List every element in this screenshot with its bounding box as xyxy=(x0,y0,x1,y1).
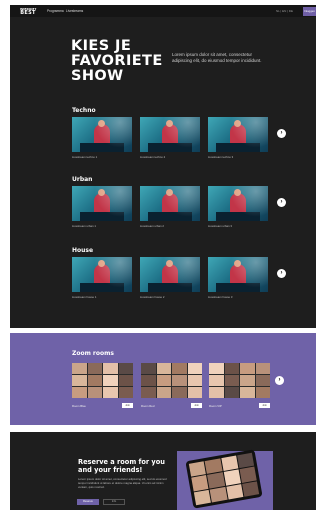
join-button[interactable]: Join xyxy=(191,403,202,408)
livestream-thumbnail[interactable] xyxy=(72,186,132,221)
participant-tile xyxy=(118,375,133,386)
reserve-button[interactable]: Reserve xyxy=(77,499,99,505)
participant-tile xyxy=(187,375,202,386)
language-switch[interactable]: NL | EN | DE xyxy=(276,9,293,13)
participant-tile xyxy=(118,363,133,374)
participant-tile xyxy=(118,387,133,398)
thumbnail-caption: Livestream techno 3 xyxy=(208,155,234,159)
thumbnail-caption: Livestream house 1 xyxy=(72,295,97,299)
participant-tile xyxy=(103,375,118,386)
tablet-tile xyxy=(225,483,244,500)
nav-item-programma[interactable]: Programma xyxy=(47,9,64,13)
participant-tile xyxy=(255,363,270,374)
thumbnail-caption: Livestream techno 2 xyxy=(140,155,166,159)
participant-tile xyxy=(103,387,118,398)
category-title: Techno xyxy=(72,107,96,114)
participant-tile xyxy=(209,363,224,374)
participant-tile xyxy=(187,387,202,398)
livestream-thumbnail[interactable] xyxy=(140,117,200,152)
thumbnail-caption: Livestream techno 1 xyxy=(72,155,98,159)
participant-tile xyxy=(156,375,171,386)
logo-big: BEST xyxy=(20,10,36,16)
thumbnail-caption: Livestream urban 1 xyxy=(72,224,96,228)
tablet-tile xyxy=(204,458,223,475)
category-title: Urban xyxy=(72,176,93,183)
thumbnail-caption: Livestream urban 2 xyxy=(140,224,164,228)
participant-tile xyxy=(224,363,239,374)
zoom-room-grid[interactable] xyxy=(141,363,202,398)
participant-tile xyxy=(87,375,102,386)
tablet-tile xyxy=(207,472,225,489)
participant-tile xyxy=(240,375,255,386)
tablet-tile xyxy=(220,455,239,472)
participant-tile xyxy=(224,375,239,386)
livestream-thumbnail[interactable] xyxy=(72,257,132,292)
hero-title-line: SHOW xyxy=(71,68,124,84)
livestream-thumbnail[interactable] xyxy=(140,186,200,221)
hero-title-line: FAVORIETE xyxy=(71,53,163,69)
page: WIEKOMT BEST Programma Livestreams NL | … xyxy=(0,0,317,510)
join-button[interactable]: Join xyxy=(259,403,270,408)
participant-tile xyxy=(255,387,270,398)
participant-tile xyxy=(255,375,270,386)
participant-tile xyxy=(141,363,156,374)
participant-tile xyxy=(240,363,255,374)
join-button[interactable]: Join xyxy=(122,403,133,408)
participant-tile xyxy=(72,363,87,374)
participant-tile xyxy=(209,387,224,398)
reserve-title: Reserve a room for you and your friends! xyxy=(78,458,165,474)
zoom-room-grid[interactable] xyxy=(72,363,133,398)
tablet-tile xyxy=(193,489,212,506)
arrow-right-icon[interactable]: › xyxy=(275,376,284,385)
tablet-tile xyxy=(191,475,209,492)
participant-tile xyxy=(209,375,224,386)
nav-item-livestreams[interactable]: Livestreams xyxy=(66,9,83,13)
zoom-room-label: Room Blue xyxy=(72,404,86,408)
participant-tile xyxy=(141,375,156,386)
logo[interactable]: WIEKOMT BEST xyxy=(20,7,36,16)
zoom-title: Zoom rooms xyxy=(72,350,114,357)
livestream-thumbnail[interactable] xyxy=(208,257,268,292)
participant-tile xyxy=(172,375,187,386)
info-button[interactable]: Info xyxy=(103,499,125,505)
thumbnail-caption: Livestream urban 3 xyxy=(208,224,232,228)
arrow-right-icon[interactable]: › xyxy=(277,198,286,207)
livestream-thumbnail[interactable] xyxy=(72,117,132,152)
participant-tile xyxy=(172,363,187,374)
participant-tile xyxy=(72,387,87,398)
zoom-room-label: Room VIP xyxy=(209,404,222,408)
participant-tile xyxy=(72,375,87,386)
hero-title: KIES JE FAVORIETE SHOW xyxy=(71,39,163,84)
category-title: House xyxy=(72,247,94,254)
tablet-tile xyxy=(188,461,207,478)
arrow-right-icon[interactable]: › xyxy=(277,129,286,138)
participant-tile xyxy=(156,363,171,374)
participant-tile xyxy=(141,387,156,398)
participant-tile xyxy=(87,387,102,398)
participant-tile xyxy=(240,387,255,398)
livestream-thumbnail[interactable] xyxy=(140,257,200,292)
participant-tile xyxy=(187,363,202,374)
participant-tile xyxy=(224,387,239,398)
signin-button[interactable]: Inloggen xyxy=(303,7,316,16)
participant-tile xyxy=(103,363,118,374)
hero-title-line: KIES JE xyxy=(71,38,132,54)
participant-tile xyxy=(172,387,187,398)
zoom-room-label: Room Red xyxy=(141,404,155,408)
participant-tile xyxy=(87,363,102,374)
reserve-text: Lorem ipsum dolor sit amet, consectetur … xyxy=(78,477,167,489)
tablet-tile xyxy=(223,469,241,486)
livestream-thumbnail[interactable] xyxy=(208,186,268,221)
participant-tile xyxy=(156,387,171,398)
tablet-tile xyxy=(209,486,228,503)
tablet-tile xyxy=(236,452,255,469)
thumbnail-caption: Livestream house 3 xyxy=(208,295,233,299)
arrow-right-icon[interactable]: › xyxy=(277,269,286,278)
zoom-room-grid[interactable] xyxy=(209,363,270,398)
livestream-thumbnail[interactable] xyxy=(208,117,268,152)
tablet-tile xyxy=(241,480,260,497)
hero-text: Lorem ipsum dolor sit amet, consectetur … xyxy=(172,52,262,64)
thumbnail-caption: Livestream house 2 xyxy=(140,295,165,299)
tablet-tile xyxy=(239,466,257,483)
